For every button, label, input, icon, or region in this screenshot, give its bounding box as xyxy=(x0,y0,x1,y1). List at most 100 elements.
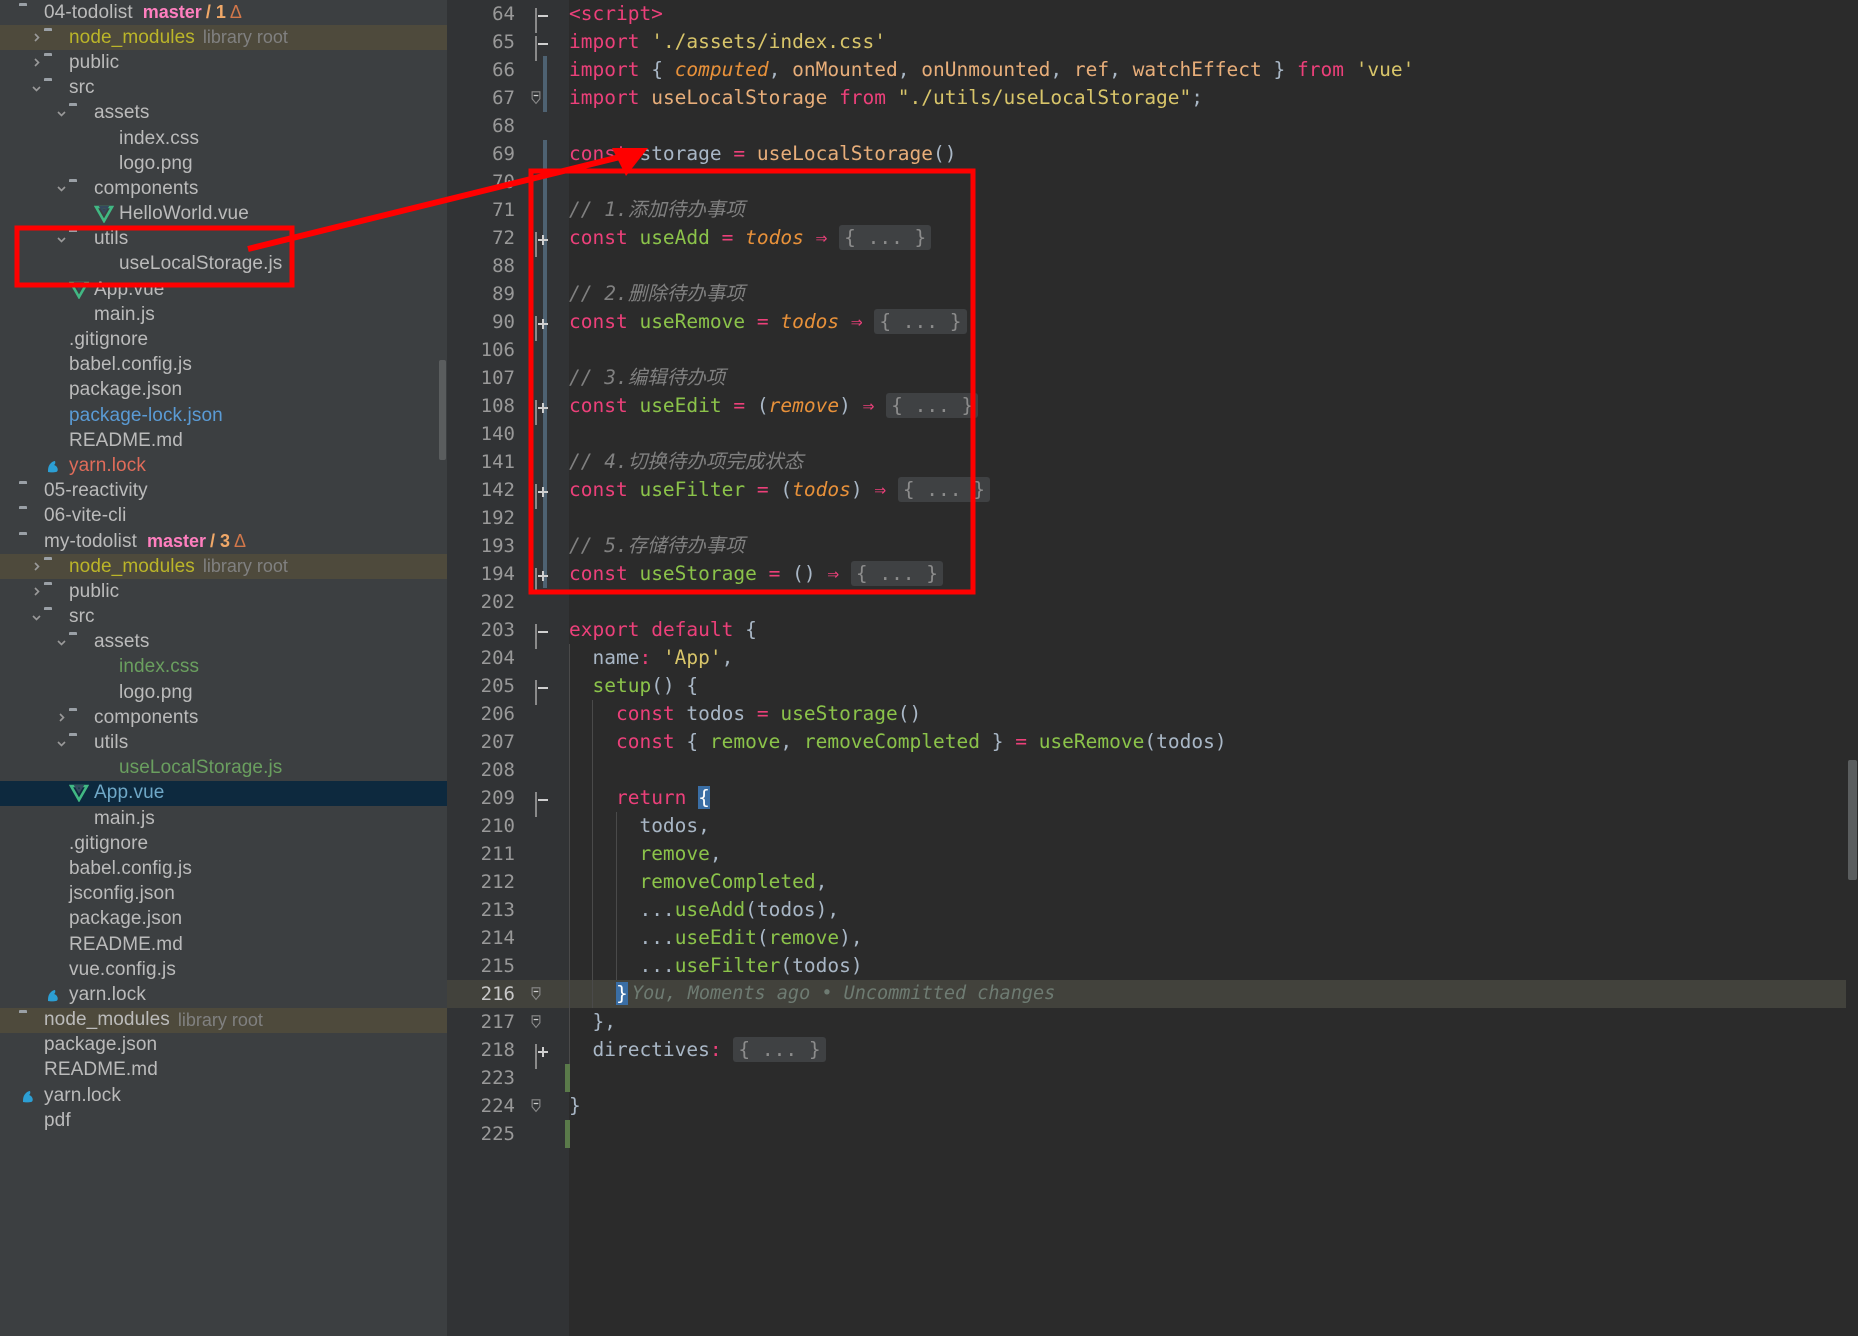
tree-item-vue-config-js[interactable]: JS vue.config.js xyxy=(0,957,447,982)
fold-region-bar[interactable] xyxy=(543,504,547,532)
fold-toggle[interactable] xyxy=(529,980,553,1008)
code-line[interactable]: 213 ...useAdd(todos), xyxy=(447,896,1858,924)
code-line[interactable]: 204 name: 'App', xyxy=(447,644,1858,672)
tree-item-utils[interactable]: utils xyxy=(0,227,447,252)
tree-item--gitignore[interactable]: ⊘ .gitignore xyxy=(0,831,447,856)
code-line[interactable]: 142 const useFilter = (todos) ⇒ { ... } xyxy=(447,476,1858,509)
code-line[interactable]: 68 xyxy=(447,112,1858,140)
tree-item-readme-md[interactable]: MD README.md xyxy=(0,428,447,453)
tree-item-readme-md[interactable]: MD README.md xyxy=(0,1058,447,1083)
code-line[interactable]: 72 const useAdd = todos ⇒ { ... } xyxy=(447,224,1858,257)
tree-item-utils[interactable]: utils xyxy=(0,730,447,755)
chevron-down-icon[interactable] xyxy=(54,738,69,749)
tree-item-my-todolist[interactable]: my-todolist master/3 Δ xyxy=(0,529,447,554)
code-line[interactable]: 141 // 4.切换待办项完成状态 xyxy=(447,448,1858,476)
code-line[interactable]: 89 // 2.删除待办事项 xyxy=(447,280,1858,308)
code-line[interactable]: 210 todos, xyxy=(447,812,1858,840)
tree-item-yarn-lock[interactable]: yarn.lock xyxy=(0,1083,447,1108)
editor-scrollbar[interactable] xyxy=(1846,0,1858,1336)
code-line[interactable]: 69 const storage = useLocalStorage() xyxy=(447,140,1858,168)
code-line[interactable]: 193 // 5.存储待办事项 xyxy=(447,532,1858,560)
tree-item-src[interactable]: src xyxy=(0,605,447,630)
editor-scrollbar-thumb[interactable] xyxy=(1848,760,1857,880)
tree-scrollbar-thumb[interactable] xyxy=(439,360,446,460)
code-line[interactable]: 214 ...useEdit(remove), xyxy=(447,924,1858,952)
tree-item-babel-config-js[interactable]: JS babel.config.js xyxy=(0,353,447,378)
chevron-down-icon[interactable] xyxy=(29,612,44,623)
fold-toggle[interactable] xyxy=(529,224,553,257)
fold-toggle[interactable] xyxy=(529,784,553,817)
tree-item-node-modules[interactable]: node_modules library root xyxy=(0,554,447,580)
code-line[interactable]: 192 xyxy=(447,504,1858,532)
fold-region-bar[interactable] xyxy=(543,140,547,168)
tree-item-package-json[interactable]: {} package.json xyxy=(0,378,447,403)
fold-toggle[interactable] xyxy=(529,672,553,705)
tree-item-05-reactivity[interactable]: 05-reactivity xyxy=(0,479,447,504)
code-line[interactable]: 140 xyxy=(447,420,1858,448)
tree-item-yarn-lock[interactable]: yarn.lock xyxy=(0,982,447,1007)
tree-scrollbar[interactable] xyxy=(438,0,447,1336)
tree-item--gitignore[interactable]: ⊘ .gitignore xyxy=(0,327,447,352)
fold-region-bar[interactable] xyxy=(543,364,547,392)
tree-item-package-json[interactable]: {} package.json xyxy=(0,907,447,932)
tree-item-assets[interactable]: assets xyxy=(0,630,447,655)
chevron-right-icon[interactable] xyxy=(29,57,44,68)
code-line[interactable]: 107 // 3.编辑待办项 xyxy=(447,364,1858,392)
tree-item-babel-config-js[interactable]: JS babel.config.js xyxy=(0,856,447,881)
fold-region-bar[interactable] xyxy=(543,336,547,364)
tree-item-jsconfig-json[interactable]: {} jsconfig.json xyxy=(0,882,447,907)
tree-item-node-modules[interactable]: node_modules library root xyxy=(0,25,447,51)
chevron-right-icon[interactable] xyxy=(29,586,44,597)
git-blame-annotation[interactable]: You, Moments ago • Uncommitted changes xyxy=(632,980,1055,1008)
tree-item-main-js[interactable]: JS main.js xyxy=(0,302,447,327)
fold-region-bar[interactable] xyxy=(543,448,547,476)
code-line[interactable]: 209 return { xyxy=(447,784,1858,817)
code-line[interactable]: 90 const useRemove = todos ⇒ { ... } xyxy=(447,308,1858,341)
code-line[interactable]: 207 const { remove, removeCompleted } = … xyxy=(447,728,1858,756)
code-line[interactable]: 67 import useLocalStorage from "./utils/u… xyxy=(447,84,1858,112)
code-line[interactable]: 208 xyxy=(447,756,1858,784)
code-lines-container[interactable]: 64 <script> 65 import './assets/index.css' 6… xyxy=(447,0,1858,1148)
tree-item-package-lock-json[interactable]: {} package-lock.json xyxy=(0,403,447,428)
tree-item-public[interactable]: public xyxy=(0,579,447,604)
code-line[interactable]: 106 xyxy=(447,336,1858,364)
code-line[interactable]: 215 ...useFilter(todos) xyxy=(447,952,1858,980)
tree-item-logo-png[interactable]: logo.png xyxy=(0,151,447,176)
chevron-right-icon[interactable] xyxy=(29,561,44,572)
fold-toggle[interactable] xyxy=(529,560,553,593)
chevron-down-icon[interactable] xyxy=(54,108,69,119)
tree-item-app-vue[interactable]: App.vue xyxy=(0,780,447,806)
code-line[interactable]: 71 // 1.添加待办事项 xyxy=(447,196,1858,224)
code-line[interactable]: 223 xyxy=(447,1064,1858,1092)
chevron-right-icon[interactable] xyxy=(54,712,69,723)
project-tree-panel[interactable]: 04-todolist master/1 Δnode_modules library … xyxy=(0,0,447,1336)
code-line[interactable]: 206 const todos = useStorage() xyxy=(447,700,1858,728)
tree-item-pdf[interactable]: pdf xyxy=(0,1108,447,1133)
fold-toggle[interactable] xyxy=(529,0,553,33)
tree-item-index-css[interactable]: CSS index.css xyxy=(0,126,447,151)
fold-toggle[interactable] xyxy=(529,1036,553,1069)
code-line[interactable]: 218 directives: { ... } xyxy=(447,1036,1858,1069)
tree-item-package-json[interactable]: {} package.json xyxy=(0,1033,447,1058)
chevron-right-icon[interactable] xyxy=(29,32,44,43)
fold-toggle[interactable] xyxy=(529,1008,553,1036)
code-line[interactable]: 202 xyxy=(447,588,1858,616)
fold-region-bar[interactable] xyxy=(543,532,547,560)
tree-item-04-todolist[interactable]: 04-todolist master/1 Δ xyxy=(0,0,447,25)
fold-toggle[interactable] xyxy=(529,84,553,112)
code-line[interactable]: 65 import './assets/index.css' xyxy=(447,28,1858,61)
fold-region-bar[interactable] xyxy=(543,280,547,308)
code-line[interactable]: 205 setup() { xyxy=(447,672,1858,705)
fold-toggle[interactable] xyxy=(529,308,553,341)
fold-toggle[interactable] xyxy=(529,476,553,509)
code-line[interactable]: 224} xyxy=(447,1092,1858,1120)
fold-toggle[interactable] xyxy=(529,28,553,61)
fold-region-bar[interactable] xyxy=(543,420,547,448)
chevron-down-icon[interactable] xyxy=(29,83,44,94)
chevron-down-icon[interactable] xyxy=(54,183,69,194)
tree-item-node-modules[interactable]: node_modules library root xyxy=(0,1007,447,1033)
fold-toggle[interactable] xyxy=(529,616,553,649)
code-line[interactable]: 212 removeCompleted, xyxy=(447,868,1858,896)
code-line[interactable]: 88 xyxy=(447,252,1858,280)
tree-item-main-js[interactable]: JS main.js xyxy=(0,806,447,831)
